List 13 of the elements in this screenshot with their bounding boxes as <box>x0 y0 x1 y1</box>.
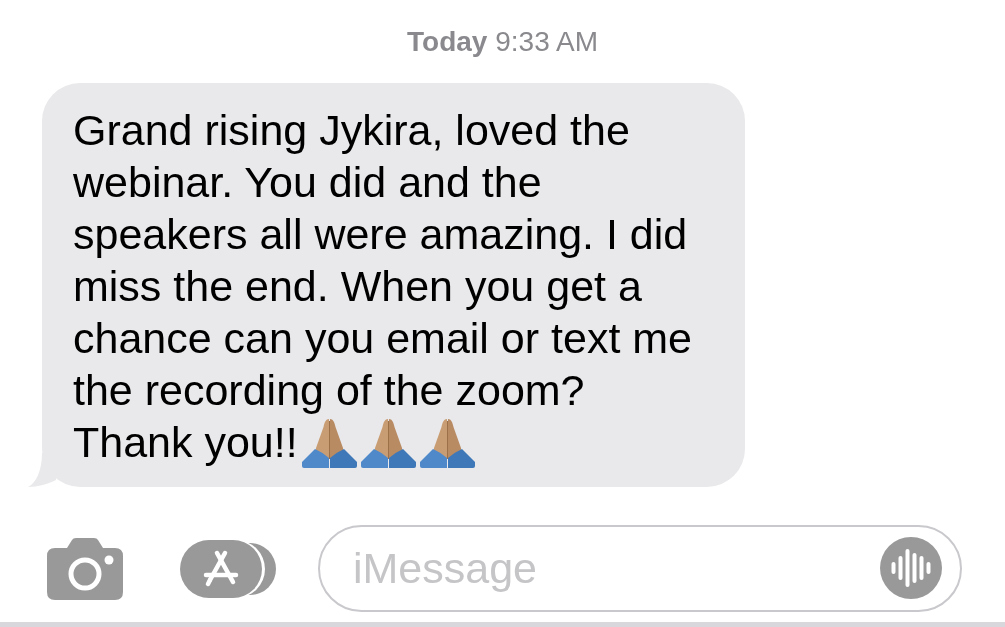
message-text: Grand rising Jykira, loved the webinar. You did and the speakers all were amazing. I did miss the end. When you get a chance can you email or text me the recording of the zoom? <box>73 105 694 416</box>
waveform-icon <box>880 537 942 599</box>
audio-button[interactable] <box>880 537 942 599</box>
camera-button[interactable] <box>47 537 123 600</box>
apps-icon <box>180 539 276 598</box>
camera-icon <box>47 537 123 600</box>
folded-hands-icon <box>360 418 416 468</box>
sign-off-text: Thank you!! <box>73 417 298 468</box>
timestamp: Today 9:33 AM <box>407 27 598 57</box>
message-field[interactable]: iMessage <box>318 525 962 612</box>
folded-hands-icon <box>301 418 357 468</box>
apps-button[interactable] <box>180 539 276 598</box>
folded-hands-icon <box>419 418 475 468</box>
